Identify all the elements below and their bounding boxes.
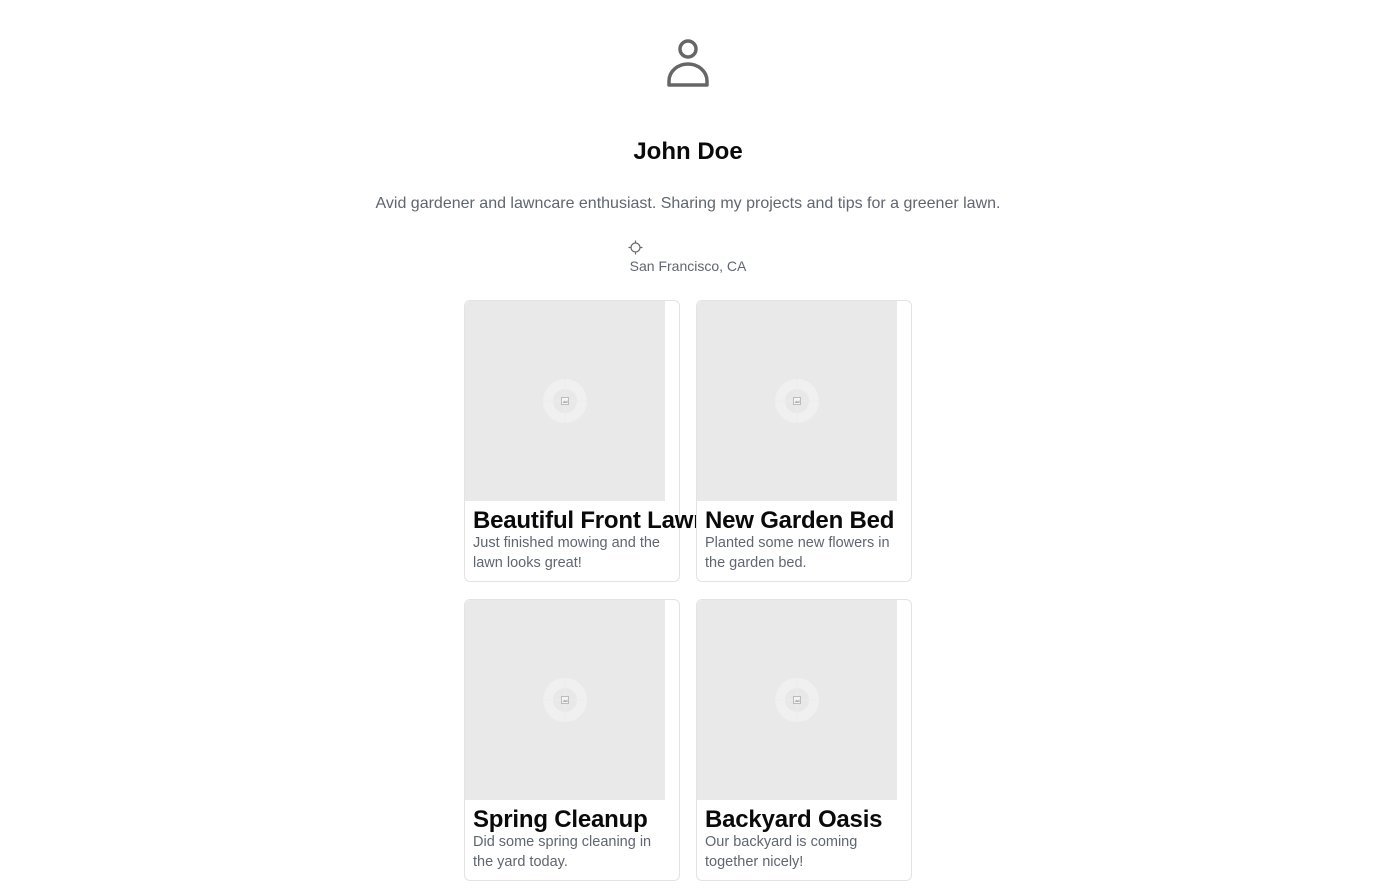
post-image [697, 600, 897, 800]
post-title: Beautiful Front Lawn [473, 507, 708, 534]
post-image [697, 301, 897, 501]
crosshair-icon [628, 240, 643, 255]
post-card[interactable]: Backyard Oasis Our backyard is coming to… [696, 599, 912, 881]
post-title: Spring Cleanup [473, 806, 648, 833]
post-description: Did some spring cleaning in the yard tod… [473, 834, 652, 870]
post-image [465, 600, 665, 800]
image-placeholder-icon [543, 678, 587, 722]
post-card[interactable]: Beautiful Front Lawn Just finished mowin… [464, 300, 708, 582]
posts-grid: Beautiful Front Lawn Just finished mowin… [464, 300, 912, 881]
profile-name: John Doe [633, 138, 743, 165]
image-placeholder-icon [775, 678, 819, 722]
post-title: New Garden Bed [705, 507, 895, 534]
profile-location: San Francisco, CA [629, 258, 747, 274]
image-placeholder-icon [543, 379, 587, 423]
post-card[interactable]: New Garden Bed Planted some new flowers … [696, 300, 912, 582]
post-image [465, 301, 665, 501]
image-placeholder-icon [775, 379, 819, 423]
post-description: Our backyard is coming together nicely! [705, 834, 858, 870]
post-description: Just finished mowing and the lawn looks … [473, 535, 660, 571]
user-icon [666, 38, 710, 90]
profile-page: John Doe Avid gardener and lawncare enth… [0, 0, 1376, 896]
post-description: Planted some new flowers in the garden b… [705, 535, 890, 571]
post-card[interactable]: Spring Cleanup Did some spring cleaning … [464, 599, 680, 881]
profile-bio: Avid gardener and lawncare enthusiast. S… [375, 195, 1001, 212]
post-title: Backyard Oasis [705, 806, 883, 833]
